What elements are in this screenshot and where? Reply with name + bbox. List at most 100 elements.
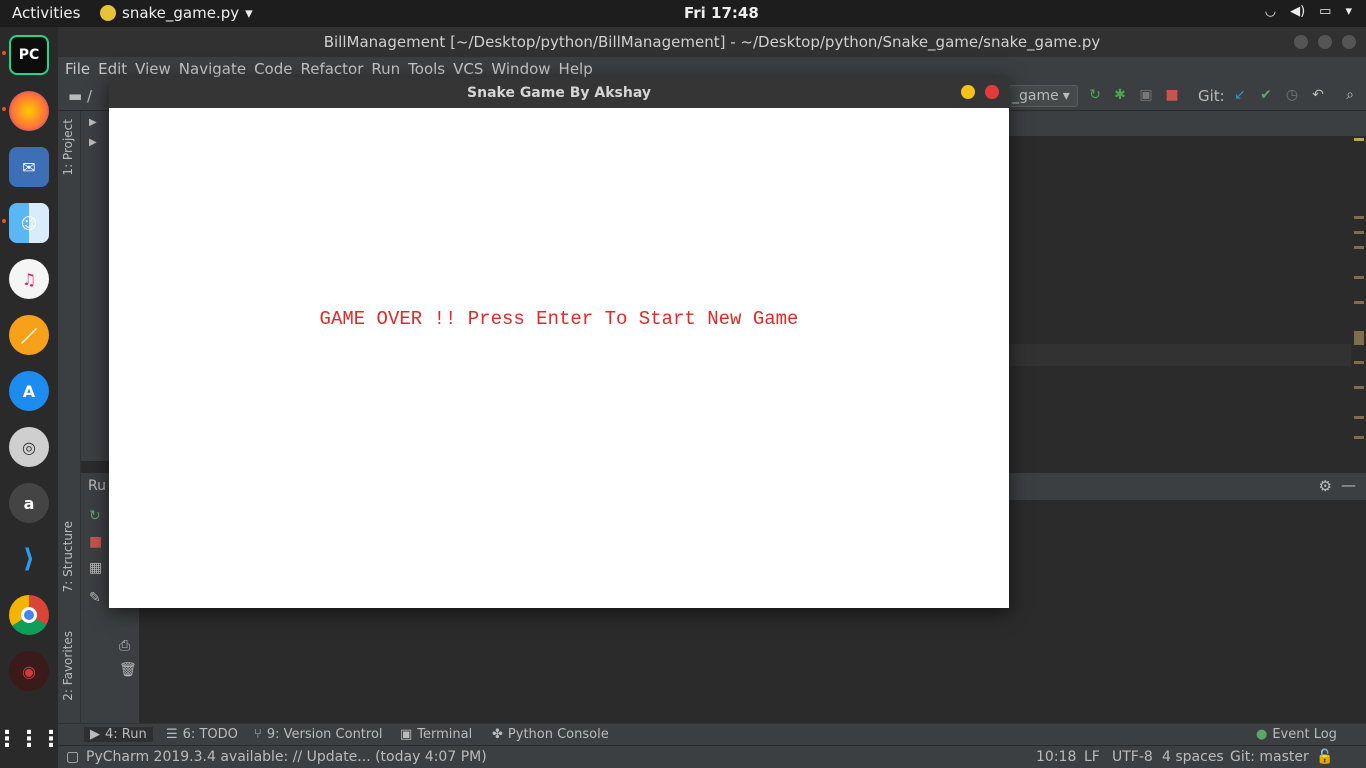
minimize-button[interactable] <box>1294 35 1308 49</box>
menu-run[interactable]: Run <box>371 60 400 78</box>
game-icon[interactable]: ◉ <box>9 651 49 691</box>
tab-version-control[interactable]: ⑂ 9: Version Control <box>254 727 383 742</box>
status-toggle-icon[interactable]: ▢ <box>66 749 79 765</box>
coverage-icon[interactable]: ▣ <box>1138 87 1154 103</box>
window-controls <box>1294 35 1356 49</box>
vscode-icon[interactable]: ⟩ <box>9 539 49 579</box>
thunderbird-icon[interactable]: ✉ <box>9 147 49 187</box>
stop-icon[interactable]: ■ <box>89 534 102 550</box>
finder-icon[interactable]: ☺ <box>9 203 49 243</box>
trash-icon[interactable]: 🗑 <box>119 662 137 678</box>
debug-icon[interactable]: ✱ <box>1112 87 1128 103</box>
appstore-icon[interactable]: A <box>9 371 49 411</box>
expand-icon[interactable]: ▶ <box>89 137 97 148</box>
print-icon[interactable]: ⎙ <box>119 638 130 654</box>
marker <box>1354 301 1364 304</box>
settings-icon[interactable]: ◎ <box>9 427 49 467</box>
left-tool-strip: 1: Project 7: Structure 2: Favorites <box>58 111 81 723</box>
game-canvas[interactable]: GAME OVER !! Press Enter To Start New Ga… <box>109 108 1009 608</box>
menu-tools[interactable]: Tools <box>408 60 445 78</box>
tab-structure[interactable]: 7: Structure <box>61 521 75 592</box>
stop-icon[interactable]: ■ <box>1164 87 1180 103</box>
rerun-icon[interactable]: ↻ <box>1087 87 1103 103</box>
run-config-select[interactable]: _game ▾ <box>1008 85 1078 107</box>
tab-python-console[interactable]: ✤ Python Console <box>492 727 609 742</box>
history-icon[interactable]: ◷ <box>1284 87 1300 103</box>
close-button[interactable] <box>1342 35 1356 49</box>
pycharm-icon[interactable]: PC <box>9 35 49 75</box>
ide-window-title: BillManagement [~/Desktop/python/BillMan… <box>323 33 1101 51</box>
event-log-icon: ● <box>1256 727 1268 742</box>
ide-title-bar: BillManagement [~/Desktop/python/BillMan… <box>58 27 1366 57</box>
gear-icon[interactable]: ⚙ <box>1319 477 1332 495</box>
menu-file[interactable]: File <box>65 60 90 78</box>
close-button[interactable] <box>985 85 999 99</box>
menu-window[interactable]: Window <box>491 60 550 78</box>
clock[interactable]: Fri 17:48 <box>684 4 759 22</box>
error-stripe[interactable] <box>1352 136 1366 473</box>
menu-navigate[interactable]: Navigate <box>179 60 246 78</box>
status-message[interactable]: PyCharm 2019.3.4 available: // Update...… <box>86 749 487 765</box>
run-config-label: _game <box>1012 88 1059 104</box>
marker <box>1354 416 1364 419</box>
python-app-icon <box>100 5 116 21</box>
volume-icon: ◀) <box>1290 4 1306 19</box>
file-encoding[interactable]: UTF-8 <box>1112 749 1153 765</box>
menu-help[interactable]: Help <box>559 60 593 78</box>
rerun-icon[interactable]: ↻ <box>89 508 101 524</box>
running-indicator <box>2 51 6 55</box>
dock: PC ✉ ☺ ♫ ／ A ◎ a ⟩ ◉ ⋮⋮⋮ <box>0 27 62 768</box>
pin-icon[interactable]: ✎ <box>89 590 101 606</box>
tab-terminal[interactable]: ▣ Terminal <box>400 727 472 742</box>
apps-grid-icon[interactable]: ⋮⋮⋮ <box>0 719 62 759</box>
app-menu[interactable]: snake_game.py ▾ <box>100 4 253 22</box>
marker <box>1354 231 1364 234</box>
chrome-icon[interactable] <box>9 595 49 635</box>
notes-icon[interactable]: ／ <box>9 315 49 355</box>
tab-todo[interactable]: ☰ 6: TODO <box>166 727 238 742</box>
minimize-panel-icon[interactable]: — <box>1341 476 1356 494</box>
marker <box>1354 361 1364 364</box>
menu-code[interactable]: Code <box>254 60 292 78</box>
tab-run[interactable]: ▶ 4: Run <box>84 727 153 742</box>
breadcrumb-root: / <box>86 87 93 105</box>
layout-icon[interactable]: ▦ <box>89 560 102 576</box>
tool-window-bar: ▶ 4: Run ☰ 6: TODO ⑂ 9: Version Control ▣ Te… <box>58 723 1366 745</box>
search-icon[interactable]: ⌕ <box>1342 87 1358 103</box>
menu-refactor[interactable]: Refactor <box>300 60 363 78</box>
tab-favorites[interactable]: 2: Favorites <box>61 631 75 701</box>
run-icon: ▶ <box>90 727 100 742</box>
indent-setting[interactable]: 4 spaces <box>1162 749 1224 765</box>
tab-terminal-label: Terminal <box>417 727 473 742</box>
undo-icon[interactable]: ↶ <box>1310 87 1326 103</box>
music-icon[interactable]: ♫ <box>9 259 49 299</box>
amazon-icon[interactable]: a <box>9 483 49 523</box>
minimize-button[interactable] <box>961 85 975 99</box>
game-window-title: Snake Game By Akshay <box>467 84 651 101</box>
menu-edit[interactable]: Edit <box>98 60 127 78</box>
running-indicator <box>2 107 6 111</box>
menu-view[interactable]: View <box>135 60 171 78</box>
git-branch[interactable]: Git: master <box>1230 749 1309 765</box>
marker <box>1354 246 1364 249</box>
game-title-bar[interactable]: Snake Game By Akshay <box>109 77 1009 108</box>
maximize-button[interactable] <box>1318 35 1332 49</box>
system-tray[interactable]: ◡ ◀) ▭ ▾ <box>1265 4 1352 19</box>
git-update-icon[interactable]: ↙ <box>1232 87 1248 103</box>
wifi-icon: ◡ <box>1264 4 1277 19</box>
tab-project[interactable]: 1: Project <box>61 119 75 176</box>
expand-icon[interactable]: ▶ <box>89 117 97 128</box>
caret-position[interactable]: 10:18 <box>1036 749 1076 765</box>
tab-run-label: 4: Run <box>105 727 147 742</box>
git-commit-icon[interactable]: ✔ <box>1258 87 1274 103</box>
app-menu-label: snake_game.py <box>122 4 240 22</box>
breadcrumb[interactable]: ▬ / <box>68 87 92 105</box>
tab-todo-label: 6: TODO <box>182 727 238 742</box>
activities-button[interactable]: Activities <box>12 4 80 22</box>
line-separator[interactable]: LF <box>1084 749 1100 765</box>
firefox-icon[interactable] <box>9 91 49 131</box>
marker <box>1354 331 1364 345</box>
tab-event-log[interactable]: ● Event Log <box>1256 727 1337 742</box>
lock-icon[interactable]: 🔓 <box>1316 749 1333 765</box>
menu-vcs[interactable]: VCS <box>453 60 483 78</box>
